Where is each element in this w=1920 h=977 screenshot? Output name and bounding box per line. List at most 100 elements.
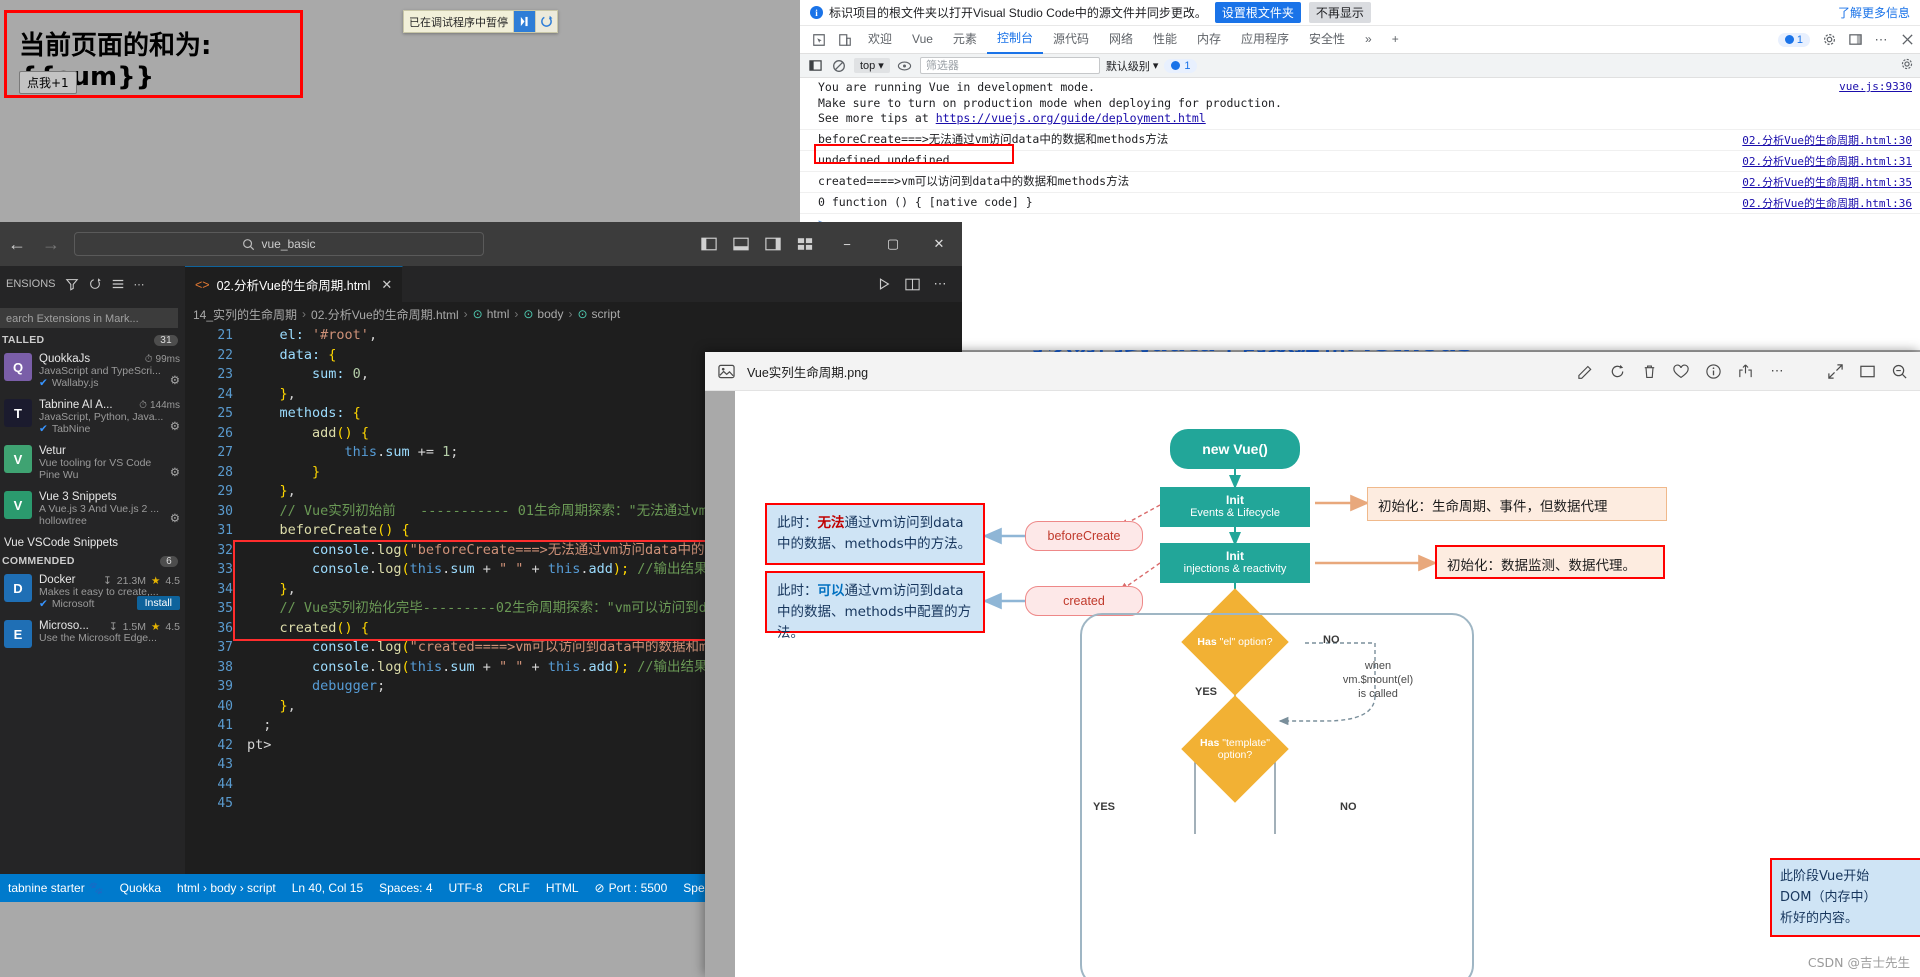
dont-show-again-button[interactable]: 不再显示 xyxy=(1308,2,1371,23)
extension-list-item[interactable]: V Vue 3 Snippets A Vue.js 3 And Vue.js 2… xyxy=(0,487,185,533)
window-minimize-button[interactable]: − xyxy=(824,222,870,266)
toggle-panel-icon[interactable] xyxy=(726,229,756,259)
status-indentation[interactable]: Spaces: 4 xyxy=(371,874,440,902)
quick-open-input[interactable]: vue_basic xyxy=(74,232,484,256)
close-icon[interactable] xyxy=(1894,27,1920,53)
install-button[interactable]: Install xyxy=(136,596,180,610)
more-icon[interactable]: ⋯ xyxy=(134,278,145,291)
tab-application[interactable]: 应用程序 xyxy=(1231,26,1299,53)
console-source-link[interactable]: 02.分析Vue的生命周期.html:36 xyxy=(1742,195,1912,211)
breadcrumb-item[interactable]: ⊙ body xyxy=(523,307,563,321)
console-sidebar-icon[interactable] xyxy=(806,57,824,75)
debug-restart-button[interactable] xyxy=(535,11,557,32)
extension-list-item[interactable]: Vue VSCode Snippets xyxy=(0,533,185,549)
arrow-left-icon[interactable]: ← xyxy=(0,222,34,266)
tab-overflow-button[interactable]: » xyxy=(1355,26,1382,53)
extensions-sidebar[interactable]: earch Extensions in Mark... TALLED 31 Q … xyxy=(0,302,185,874)
live-expression-icon[interactable] xyxy=(896,57,914,75)
breadcrumb-item[interactable]: ⊙ html xyxy=(473,307,510,321)
status-encoding[interactable]: UTF-8 xyxy=(441,874,491,902)
toggle-primary-sidebar-icon[interactable] xyxy=(694,229,724,259)
console-output[interactable]: You are running Vue in development mode.… xyxy=(800,78,1920,350)
log-level-select[interactable]: 默认级别 ▾ xyxy=(1106,58,1159,74)
console-prompt[interactable]: > xyxy=(800,214,1920,232)
dock-side-icon[interactable] xyxy=(1842,27,1868,53)
gear-icon[interactable]: ⚙ xyxy=(170,419,180,433)
refresh-icon[interactable] xyxy=(88,277,102,291)
console-source-link[interactable]: vue.js:9330 xyxy=(1839,80,1912,93)
increment-button[interactable]: 点我+1 xyxy=(19,71,77,94)
clear-console-icon[interactable] xyxy=(830,57,848,75)
extension-list-item[interactable]: D Docker Makes it easy to create,... ✔ Mi… xyxy=(0,570,185,616)
tab-console[interactable]: 控制台 xyxy=(986,25,1043,54)
extension-list-item[interactable]: E Microso... Use the Microsoft Edge... ↧… xyxy=(0,616,185,654)
breadcrumb-item[interactable]: 02.分析Vue的生命周期.html xyxy=(311,306,459,323)
editor-tab-active[interactable]: <> 02.分析Vue的生命周期.html ✕ xyxy=(185,266,404,302)
filter-icon[interactable] xyxy=(65,277,79,291)
window-close-button[interactable]: ✕ xyxy=(916,222,962,266)
tab-memory[interactable]: 内存 xyxy=(1187,26,1231,53)
fullscreen-icon[interactable] xyxy=(1820,356,1850,386)
devtools-tab-bar[interactable]: 欢迎 Vue 元素 控制台 源代码 网络 性能 内存 应用程序 安全性 » + … xyxy=(800,26,1920,54)
list-icon[interactable] xyxy=(111,277,125,291)
console-filter-bar[interactable]: top ▾ 筛选器 默认级别 ▾ 1 xyxy=(800,54,1920,78)
zoom-out-icon[interactable] xyxy=(1884,356,1914,386)
delete-icon[interactable] xyxy=(1634,356,1664,386)
status-tabnine[interactable]: tabnine starter 🐾 xyxy=(0,874,112,902)
edit-image-icon[interactable] xyxy=(1570,356,1600,386)
tab-performance[interactable]: 性能 xyxy=(1143,26,1187,53)
gear-icon[interactable]: ⚙ xyxy=(170,373,180,387)
status-cursor-position[interactable]: Ln 40, Col 15 xyxy=(284,874,371,902)
rotate-icon[interactable] xyxy=(1602,356,1632,386)
share-icon[interactable] xyxy=(1730,356,1760,386)
tab-network[interactable]: 网络 xyxy=(1099,26,1143,53)
more-icon[interactable]: ⋯ xyxy=(1762,356,1792,386)
console-message-link[interactable]: https://vuejs.org/guide/deployment.html xyxy=(936,111,1206,125)
status-live-server-port[interactable]: ⊘ Port : 5500 xyxy=(587,874,676,902)
editor-tab-close-icon[interactable]: ✕ xyxy=(381,277,392,293)
console-source-link[interactable]: 02.分析Vue的生命周期.html:31 xyxy=(1742,153,1912,169)
set-root-folder-button[interactable]: 设置根文件夹 xyxy=(1214,2,1301,23)
execution-context-select[interactable]: top ▾ xyxy=(854,58,890,73)
console-source-link[interactable]: 02.分析Vue的生命周期.html:30 xyxy=(1742,132,1912,148)
gear-icon[interactable] xyxy=(1816,27,1842,53)
status-quokka[interactable]: Quokka xyxy=(112,874,169,902)
gear-icon[interactable]: ⚙ xyxy=(170,465,180,479)
split-editor-icon[interactable] xyxy=(900,272,924,296)
favorite-icon[interactable] xyxy=(1666,356,1696,386)
tab-security[interactable]: 安全性 xyxy=(1299,26,1355,53)
tab-sources[interactable]: 源代码 xyxy=(1043,26,1099,53)
arrow-right-icon[interactable]: → xyxy=(34,222,68,266)
debug-continue-button[interactable] xyxy=(513,11,535,32)
console-source-link[interactable]: 02.分析Vue的生命周期.html:35 xyxy=(1742,174,1912,190)
learn-more-link[interactable]: 了解更多信息 xyxy=(1838,4,1910,21)
console-settings-gear-icon[interactable] xyxy=(1900,57,1914,74)
gear-icon[interactable]: ⚙ xyxy=(170,511,180,525)
breadcrumb-item[interactable]: ⊙ script xyxy=(577,307,620,321)
console-filter-input[interactable]: 筛选器 xyxy=(919,57,1100,74)
extension-list-item[interactable]: V Vetur Vue tooling for VS Code Pine Wu … xyxy=(0,441,185,487)
breadcrumb[interactable]: 14_实列的生命周期 › 02.分析Vue的生命周期.html › ⊙ html… xyxy=(185,302,962,326)
customize-layout-icon[interactable] xyxy=(790,229,820,259)
more-vertical-icon[interactable]: ⋯ xyxy=(1868,27,1894,53)
tab-vue[interactable]: Vue xyxy=(902,26,943,53)
code-line[interactable]: 21 el: '#root', xyxy=(185,326,962,346)
console-row[interactable]: You are running Vue in development mode.… xyxy=(800,78,1920,130)
toggle-secondary-sidebar-icon[interactable] xyxy=(758,229,788,259)
breadcrumb-item[interactable]: 14_实列的生命周期 xyxy=(193,306,297,323)
console-row[interactable]: 0 function () { [native code] } 02.分析Vue… xyxy=(800,193,1920,214)
debug-toolbar[interactable]: 已在调试程序中暂停 xyxy=(403,10,558,33)
status-language-mode[interactable]: HTML xyxy=(538,874,587,902)
device-toolbar-icon[interactable] xyxy=(832,27,858,53)
fit-icon[interactable] xyxy=(1852,356,1882,386)
tab-welcome[interactable]: 欢迎 xyxy=(858,26,902,53)
installed-section-header[interactable]: TALLED 31 xyxy=(0,328,185,349)
run-icon[interactable] xyxy=(872,272,896,296)
status-eol[interactable]: CRLF xyxy=(491,874,538,902)
status-breadcrumb[interactable]: html › body › script xyxy=(169,874,284,902)
extensions-search-input[interactable]: earch Extensions in Mark... xyxy=(0,308,178,328)
more-icon[interactable]: ⋯ xyxy=(928,272,952,296)
issues-badge[interactable]: 1 xyxy=(1777,32,1810,47)
console-issue-count[interactable]: 1 xyxy=(1164,58,1198,73)
inspect-element-icon[interactable] xyxy=(806,27,832,53)
